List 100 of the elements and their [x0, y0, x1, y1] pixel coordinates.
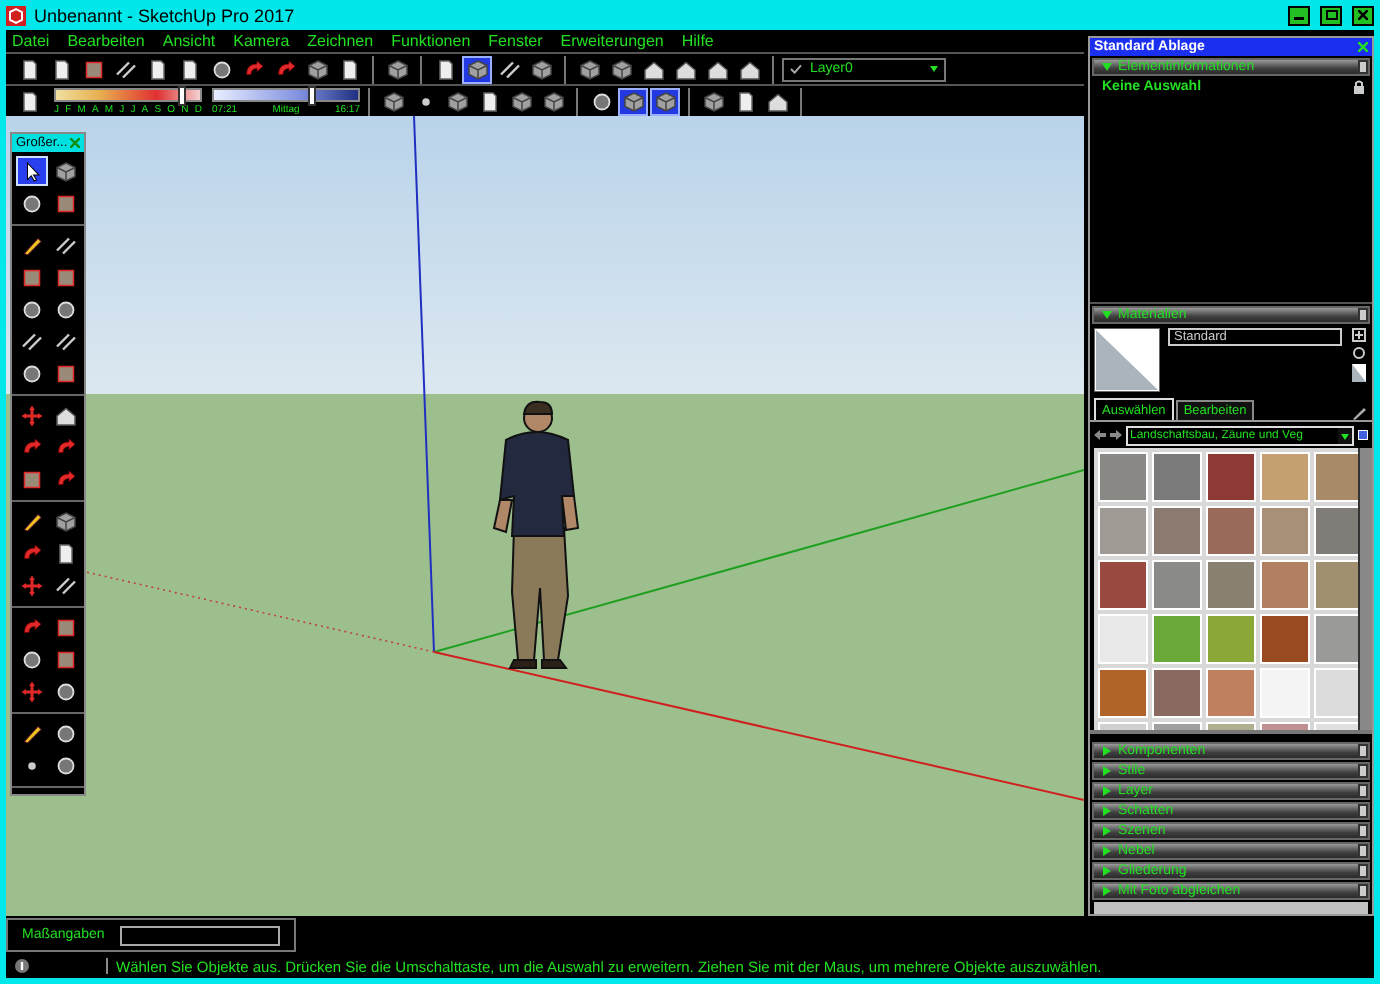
cube-icon	[53, 159, 77, 183]
cube-icon	[509, 89, 533, 113]
minimize-button[interactable]	[1288, 5, 1310, 25]
eyedropper-icon[interactable]	[1352, 404, 1368, 420]
scrollbar[interactable]	[1358, 448, 1372, 730]
details-icon[interactable]	[1358, 430, 1368, 440]
material-swatch[interactable]	[1314, 668, 1358, 718]
toolbar-button[interactable]	[302, 55, 332, 83]
menu-item[interactable]: Bearbeiten	[67, 32, 145, 50]
menu-item[interactable]: Zeichnen	[307, 32, 374, 50]
toolbar-button[interactable]	[382, 55, 412, 83]
toolbar-button[interactable]	[526, 55, 556, 83]
material-swatch[interactable]	[1098, 506, 1148, 556]
material-swatch[interactable]	[1260, 668, 1310, 718]
slider-thumb[interactable]	[307, 85, 316, 105]
material-swatch[interactable]	[1098, 560, 1148, 610]
cube-icon	[609, 57, 633, 81]
square-icon	[53, 191, 77, 215]
menu-item[interactable]: Ansicht	[162, 32, 216, 50]
material-swatch[interactable]	[1152, 614, 1202, 664]
material-swatch[interactable]	[1260, 614, 1310, 664]
material-swatch[interactable]	[1206, 614, 1256, 664]
menu-item[interactable]: Fenster	[488, 32, 543, 50]
toolbar-button[interactable]	[650, 87, 680, 115]
menu-item[interactable]: Kamera	[233, 32, 290, 50]
toolbar-button[interactable]	[538, 87, 568, 115]
curved-arrow-icon	[19, 541, 43, 565]
slider-track[interactable]	[212, 87, 360, 101]
curved-arrow-icon	[53, 435, 77, 459]
material-swatch[interactable]	[1206, 560, 1256, 610]
house-icon	[641, 57, 665, 81]
close-icon[interactable]	[1358, 42, 1368, 52]
menu-item[interactable]: Erweiterungen	[560, 32, 664, 50]
material-swatch[interactable]	[1314, 506, 1358, 556]
square-icon	[53, 647, 77, 671]
circle-icon	[19, 361, 43, 385]
material-swatch[interactable]	[1206, 506, 1256, 556]
material-swatch[interactable]	[1314, 452, 1358, 502]
cube-icon	[385, 57, 409, 81]
slider-track[interactable]	[54, 87, 202, 101]
menu-item[interactable]: Datei	[12, 32, 50, 50]
check-icon	[790, 64, 802, 74]
material-swatch[interactable]	[1260, 560, 1310, 610]
close-button[interactable]	[1352, 5, 1374, 25]
circle-icon	[589, 89, 613, 113]
house-icon	[53, 403, 77, 427]
forward-arrow-icon[interactable]	[1110, 430, 1122, 440]
toolbar-button[interactable]	[698, 87, 728, 115]
measurements-field[interactable]	[120, 925, 281, 945]
toolbar-button[interactable]	[462, 55, 492, 83]
material-swatch[interactable]	[1152, 506, 1202, 556]
square-icon	[81, 57, 105, 81]
cube-icon	[653, 89, 677, 113]
pencil-icon	[19, 721, 43, 745]
material-swatch[interactable]	[1098, 452, 1148, 502]
menu-item[interactable]: Hilfe	[681, 32, 714, 50]
material-swatch[interactable]	[1098, 668, 1148, 718]
material-swatch[interactable]	[1206, 452, 1256, 502]
material-swatch[interactable]	[1260, 506, 1310, 556]
lines-icon	[19, 329, 43, 353]
side-button[interactable]	[1358, 60, 1368, 74]
toolbar-button[interactable]	[506, 87, 536, 115]
back-arrow-icon[interactable]	[1094, 430, 1106, 440]
slider-thumb[interactable]	[177, 85, 186, 105]
page-icon	[145, 57, 169, 81]
swatch-icon[interactable]	[1352, 364, 1366, 382]
cube-icon	[53, 509, 77, 533]
lines-icon	[53, 329, 77, 353]
material-swatch[interactable]	[1260, 452, 1310, 502]
caret-icon	[930, 66, 938, 72]
cube-icon	[445, 89, 469, 113]
add-icon[interactable]	[1352, 328, 1366, 342]
square-icon	[53, 361, 77, 385]
material-swatch[interactable]	[1098, 614, 1148, 664]
toolbar-button[interactable]	[606, 55, 636, 83]
material-swatch[interactable]	[1314, 560, 1358, 610]
cube-icon	[577, 57, 601, 81]
material-swatch[interactable]	[1152, 668, 1202, 718]
square-icon	[19, 265, 43, 289]
material-swatch[interactable]	[1206, 668, 1256, 718]
menu-item[interactable]: Funktionen	[391, 32, 471, 50]
page-icon	[17, 57, 41, 81]
lines-icon	[497, 57, 521, 81]
square-icon	[53, 615, 77, 639]
material-swatch[interactable]	[1314, 614, 1358, 664]
close-icon	[1358, 10, 1368, 20]
curved-arrow-icon	[19, 615, 43, 639]
maximize-button[interactable]	[1320, 5, 1342, 25]
material-swatch[interactable]	[1152, 452, 1202, 502]
close-icon[interactable]	[70, 138, 80, 148]
toolbar-button[interactable]	[574, 55, 604, 83]
toolbar-button[interactable]	[442, 87, 472, 115]
tool-button[interactable]	[15, 156, 47, 186]
info-icon	[14, 958, 30, 974]
app-logo-icon	[6, 5, 26, 25]
side-button[interactable]	[1358, 308, 1368, 322]
material-swatch[interactable]	[1152, 560, 1202, 610]
toolbar-button[interactable]	[618, 87, 648, 115]
toolbar-button[interactable]	[378, 87, 408, 115]
cross-arrows-icon	[19, 403, 43, 427]
